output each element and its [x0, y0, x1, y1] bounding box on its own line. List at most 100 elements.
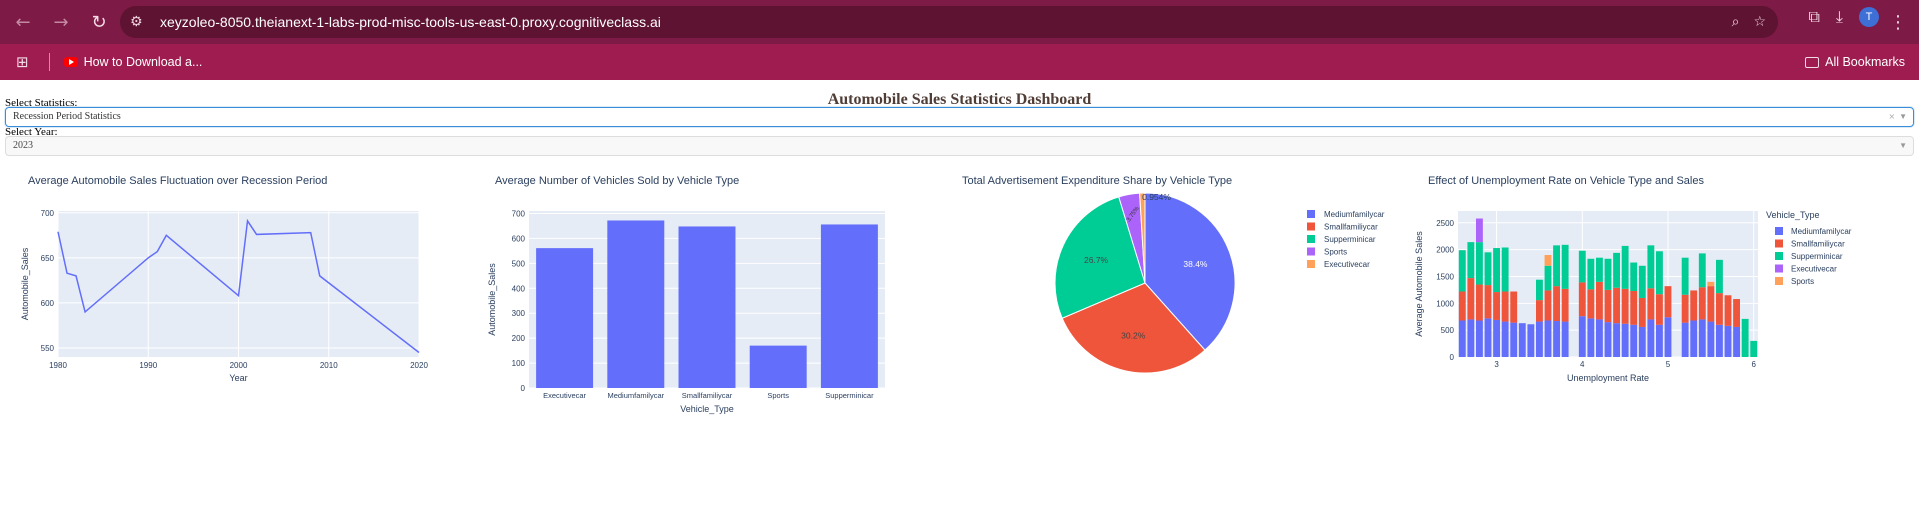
bar-segment [1467, 242, 1475, 279]
download-icon[interactable]: ⤓ [1836, 7, 1843, 27]
forward-icon[interactable]: → [46, 7, 76, 37]
chart-title: Effect of Unemployment Rate on Vehicle T… [1428, 175, 1704, 187]
legend-title: Vehicle_Type [1766, 210, 1820, 220]
bar-segment [1698, 319, 1706, 357]
bar-segment [1561, 244, 1569, 289]
bar-segment [1647, 288, 1655, 320]
x-tick-label: 6 [1751, 360, 1756, 369]
bar-segment [1681, 322, 1689, 357]
url-text[interactable]: xeyzoleo-8050.theianext-1-labs-prod-misc… [160, 14, 661, 30]
bar-segment [1553, 286, 1560, 322]
legend-swatch [1307, 210, 1315, 218]
folder-icon [1805, 56, 1820, 68]
y-axis-label: Average Automobile Sales [1414, 231, 1424, 337]
y-tick-label: 0 [521, 384, 526, 393]
legend-label: Smallfamiliycar [1791, 240, 1845, 249]
bar-segment [1698, 287, 1706, 320]
bar-segment [1458, 320, 1466, 357]
slice-label: 38.4% [1183, 259, 1208, 269]
menu-icon[interactable]: ⋮ [1883, 7, 1913, 37]
bar-segment [1587, 318, 1595, 357]
legend-swatch [1307, 222, 1315, 231]
bar-segment [1544, 255, 1552, 266]
legend-swatch [1775, 277, 1783, 285]
bar-segment [1536, 321, 1543, 357]
all-bookmarks-label: All Bookmarks [1825, 55, 1905, 69]
bar-segment [1587, 289, 1595, 319]
youtube-icon [63, 57, 78, 67]
reload-icon[interactable]: ↻ [84, 7, 114, 37]
y-tick-label: 550 [41, 344, 55, 353]
address-bar[interactable]: ⚙ xeyzoleo-8050.theianext-1-labs-prod-mi… [120, 6, 1778, 38]
bar-segment [1604, 322, 1612, 357]
x-tick-label: Sports [767, 391, 789, 400]
bar-segment [1741, 318, 1749, 357]
bar-segment [1690, 290, 1698, 321]
bar-segment [1656, 294, 1663, 325]
legend-swatch [1775, 252, 1783, 260]
bar-segment [1476, 284, 1483, 321]
bar-segment [1493, 292, 1500, 320]
legend-label: Supperminicar [1324, 235, 1376, 244]
slice-label: 26.7% [1084, 255, 1109, 265]
bar-segment [1587, 258, 1595, 290]
y-tick-label: 200 [512, 334, 526, 343]
bar-segment [1681, 294, 1689, 323]
y-tick-label: 650 [41, 254, 55, 263]
extensions-icon[interactable]: ⧉ [1808, 7, 1819, 27]
chart-title: Average Automobile Sales Fluctuation ove… [28, 175, 327, 187]
bar-segment [1578, 282, 1586, 317]
dashboard-page: Automobile Sales Statistics Dashboard Se… [0, 80, 1919, 519]
y-tick-label: 600 [41, 299, 55, 308]
bar-segment [1733, 299, 1740, 327]
x-tick-label: Smallfamiliycar [682, 391, 733, 400]
y-tick-label: 700 [512, 209, 526, 218]
bar-segment [1707, 321, 1715, 357]
x-tick-label: 5 [1666, 360, 1671, 369]
bar-segment [1553, 245, 1560, 287]
legend-label: Sports [1324, 248, 1347, 257]
bar-segment [1536, 300, 1543, 322]
bar-segment [1716, 293, 1723, 325]
back-icon[interactable]: ← [8, 7, 38, 37]
bar-segment [1484, 285, 1492, 319]
all-bookmarks-button[interactable]: All Bookmarks [1805, 55, 1905, 69]
zoom-icon[interactable]: ⌕ [1732, 14, 1740, 30]
bar-segment [1716, 324, 1723, 357]
bar-segment [1733, 326, 1740, 357]
bar-segment [1467, 319, 1475, 357]
slice-label: 30.2% [1121, 331, 1146, 341]
chart-title: Total Advertisement Expenditure Share by… [962, 175, 1232, 187]
legend-label: Executivecar [1324, 260, 1370, 269]
x-tick-label: 2000 [230, 361, 248, 370]
legend-swatch [1307, 247, 1315, 256]
bar-segment [1596, 257, 1603, 282]
bar-segment [1493, 319, 1500, 357]
bookmark-item[interactable]: How to Download a... [63, 55, 202, 69]
bookmarks-bar: ⊞ How to Download a... All Bookmarks [0, 44, 1919, 80]
x-axis-label: Vehicle_Type [680, 404, 734, 414]
bar-segment [1501, 247, 1509, 292]
legend-swatch [1775, 227, 1783, 235]
x-tick-label: 1980 [49, 361, 67, 370]
bar-segment [1613, 287, 1620, 324]
bar [820, 224, 878, 388]
site-info-icon[interactable]: ⚙ [130, 14, 156, 30]
avatar[interactable]: T [1859, 7, 1879, 27]
bar-segment [1621, 323, 1629, 357]
bar-segment [1501, 291, 1509, 322]
bar-segment [1476, 218, 1483, 243]
y-tick-label: 2500 [1436, 219, 1454, 228]
pie-chart: Total Advertisement Expenditure Share by… [962, 175, 1385, 374]
apps-grid-icon[interactable]: ⊞ [16, 53, 29, 71]
bar-segment [1707, 281, 1715, 287]
bar-segment [1604, 258, 1612, 290]
bar [607, 220, 665, 388]
bar-segment [1656, 324, 1663, 357]
bar-segment [1664, 286, 1672, 318]
bar-segment [1578, 316, 1586, 357]
browser-toolbar: ← → ↻ ⚙ xeyzoleo-8050.theianext-1-labs-p… [0, 0, 1919, 44]
bar-segment [1613, 323, 1620, 357]
bar [536, 248, 594, 388]
bookmark-star-icon[interactable]: ☆ [1753, 14, 1766, 30]
